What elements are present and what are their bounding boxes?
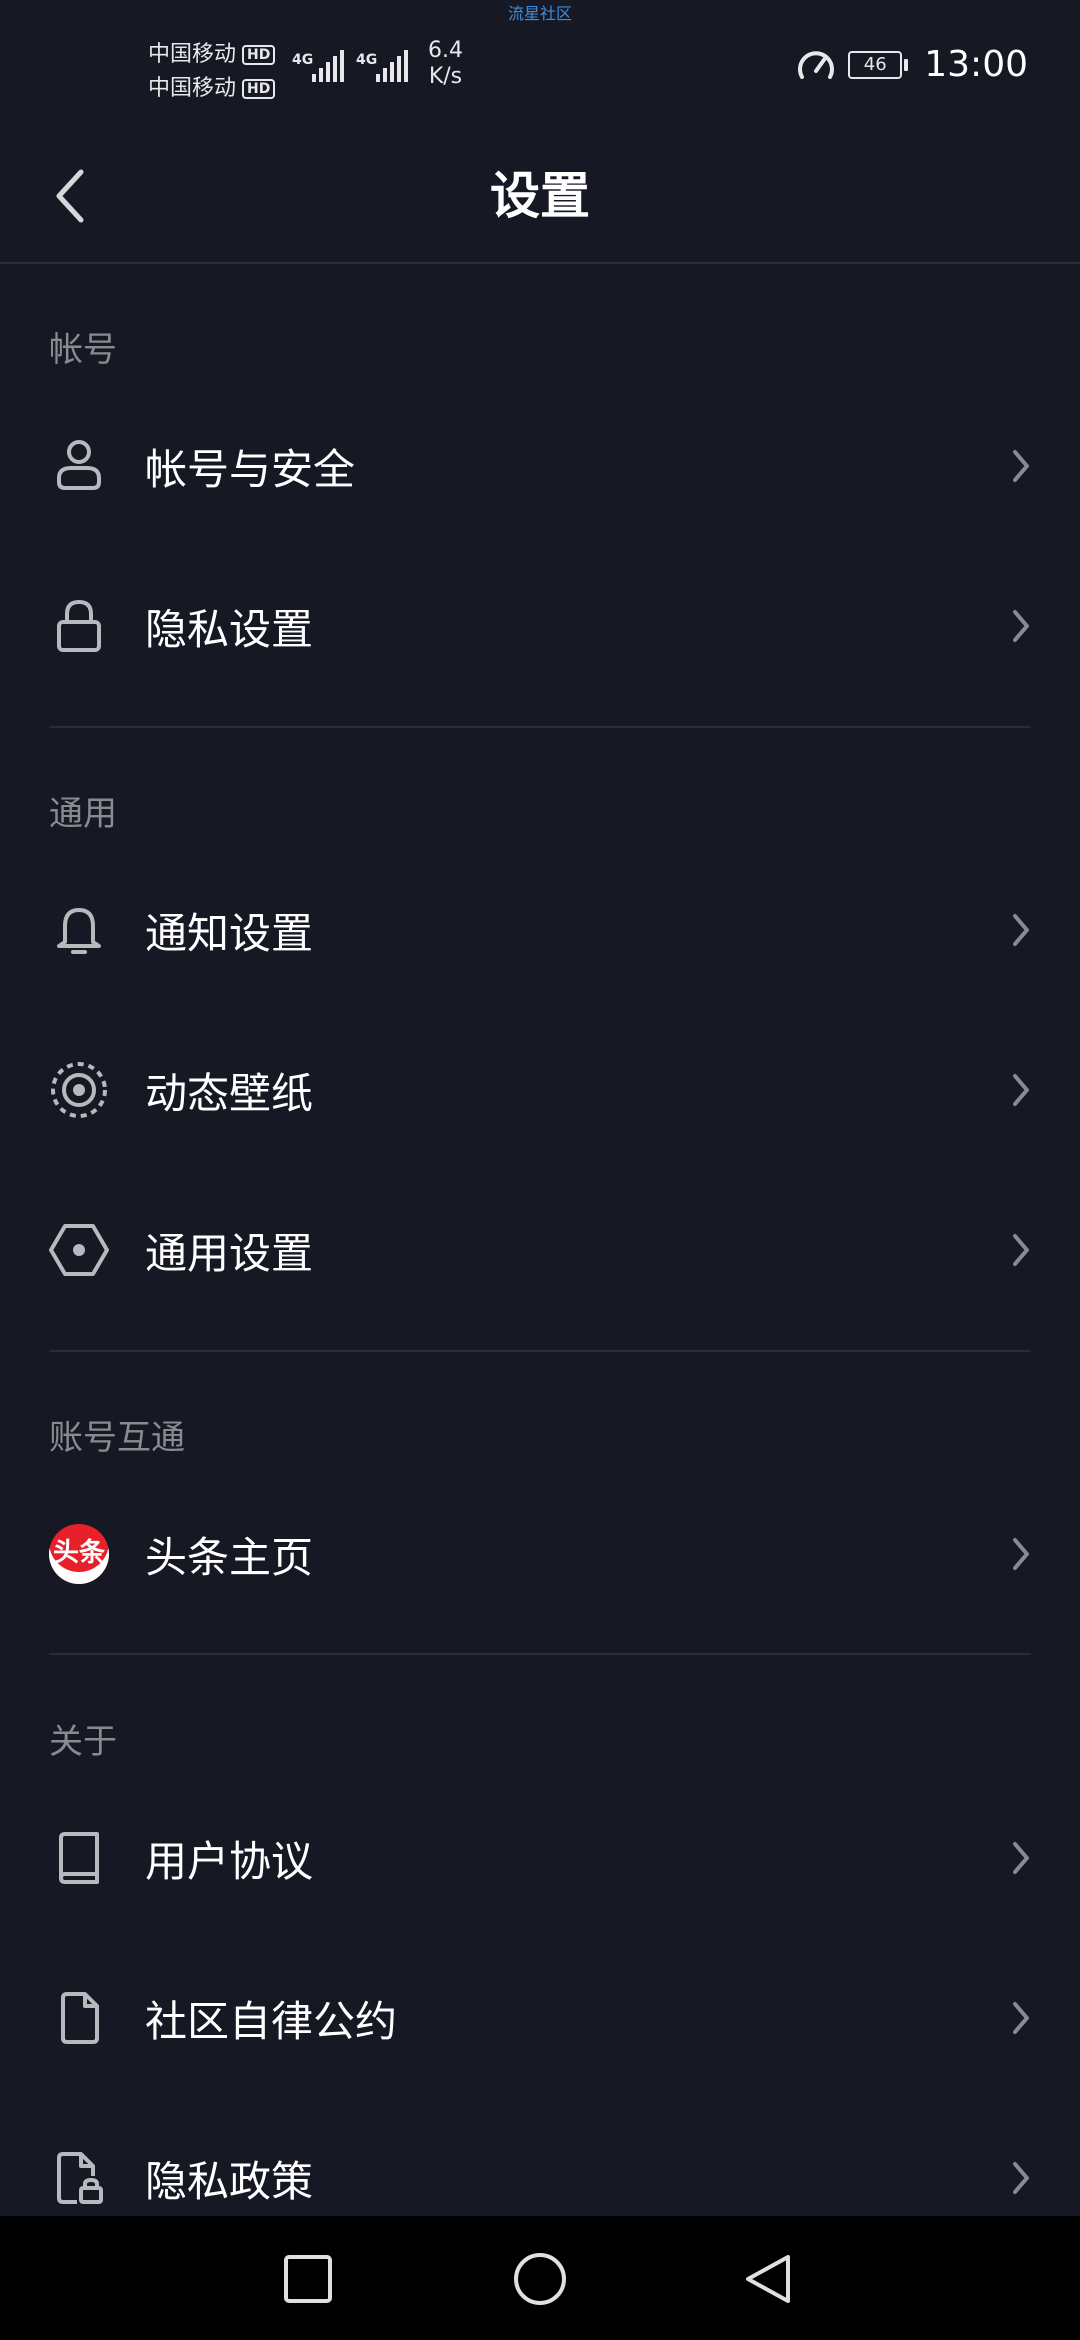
- status-right: 46 13:00: [796, 44, 1028, 85]
- section-divider: [49, 1350, 1031, 1352]
- live-wallpaper-icon: [44, 1055, 114, 1125]
- toutiao-logo-text: 头条: [52, 1537, 105, 1568]
- chevron-right-icon: [1006, 1988, 1036, 2048]
- user-icon: [44, 431, 114, 501]
- settings-item-notifications[interactable]: 通知设置: [0, 860, 1080, 1000]
- settings-item-label: 帐号与安全: [145, 444, 356, 494]
- chevron-right-icon: [1006, 1060, 1036, 1120]
- privacy-document-icon: [44, 2143, 114, 2213]
- settings-item-label: 用户协议: [145, 1836, 314, 1886]
- net-speed-unit: K/s: [428, 64, 463, 89]
- book-icon: [44, 1823, 114, 1893]
- net-speed-value: 6.4: [428, 38, 463, 63]
- net-speed: 6.4 K/s: [428, 38, 463, 90]
- carrier-name-2: 中国移动: [148, 76, 237, 101]
- signal-strength-icon: 4G 4G: [292, 50, 408, 82]
- chevron-right-icon: [1006, 1828, 1036, 1888]
- clock: 13:00: [924, 44, 1028, 85]
- triangle-back-icon: [746, 2255, 790, 2303]
- carrier-1: 中国移动 HD: [148, 36, 276, 68]
- watermark-text: 流星社区: [507, 4, 572, 23]
- hexagon-settings-icon: [44, 1215, 114, 1285]
- settings-item-label: 头条主页: [145, 1532, 314, 1582]
- settings-item-label: 隐私政策: [145, 2156, 314, 2206]
- network-type-1: 4G: [292, 52, 313, 68]
- settings-item-label: 社区自律公约: [145, 1996, 398, 2046]
- chevron-right-icon: [1006, 436, 1036, 496]
- chevron-left-icon: [56, 169, 84, 223]
- navigation-bar: 设置: [0, 130, 1080, 264]
- settings-item-label: 通用设置: [145, 1228, 314, 1278]
- chevron-right-icon: [1006, 900, 1036, 960]
- bell-icon: [44, 895, 114, 965]
- settings-item-account-security[interactable]: 帐号与安全: [0, 396, 1080, 536]
- section-divider: [49, 726, 1031, 728]
- circle-icon: [514, 2253, 566, 2305]
- settings-item-privacy[interactable]: 隐私设置: [0, 556, 1080, 696]
- chevron-right-icon: [1006, 596, 1036, 656]
- page-title: 设置: [490, 167, 590, 225]
- section-header-linked-accounts: 账号互通: [49, 1418, 185, 1458]
- chevron-right-icon: [1006, 1524, 1036, 1584]
- home-button[interactable]: [505, 2244, 575, 2314]
- settings-item-community-guidelines[interactable]: 社区自律公约: [0, 1948, 1080, 2088]
- system-back-button[interactable]: [733, 2244, 803, 2314]
- battery-icon: 46: [848, 50, 909, 79]
- chevron-right-icon: [1006, 1220, 1036, 1280]
- section-header-general: 通用: [49, 794, 117, 834]
- settings-item-label: 隐私设置: [145, 604, 314, 654]
- square-icon: [284, 2255, 332, 2303]
- settings-item-general-settings[interactable]: 通用设置: [0, 1180, 1080, 1320]
- toutiao-logo-wrapper: 头条: [44, 1519, 114, 1589]
- settings-item-live-wallpaper[interactable]: 动态壁纸: [0, 1020, 1080, 1160]
- back-button[interactable]: [36, 156, 106, 236]
- carrier-name-1: 中国移动: [148, 42, 237, 67]
- hd-badge-2: HD: [242, 79, 276, 99]
- speedometer-icon: [798, 50, 835, 79]
- lock-icon: [44, 591, 114, 661]
- settings-item-label: 动态壁纸: [145, 1068, 314, 1118]
- toutiao-logo: 头条: [49, 1524, 109, 1584]
- section-header-about: 关于: [49, 1722, 117, 1762]
- signal-icons: 4G 4G: [292, 42, 418, 90]
- carrier-2: 中国移动 HD: [148, 70, 276, 102]
- settings-item-user-agreement[interactable]: 用户协议: [0, 1788, 1080, 1928]
- document-icon: [44, 1983, 114, 2053]
- hd-badge-1: HD: [242, 45, 276, 65]
- section-divider: [49, 1653, 1031, 1655]
- chevron-right-icon: [1006, 2148, 1036, 2208]
- settings-item-label: 通知设置: [145, 908, 314, 958]
- status-bar: 流星社区 中国移动 HD 中国移动 HD 4G 4G 6.4 K/s 46 13:0…: [0, 0, 1080, 130]
- section-header-account: 帐号: [49, 330, 117, 370]
- system-navigation-bar: [0, 2216, 1080, 2340]
- settings-item-toutiao-homepage[interactable]: 头条 头条主页: [0, 1484, 1080, 1624]
- recent-apps-button[interactable]: [273, 2244, 343, 2314]
- network-type-2: 4G: [356, 52, 377, 68]
